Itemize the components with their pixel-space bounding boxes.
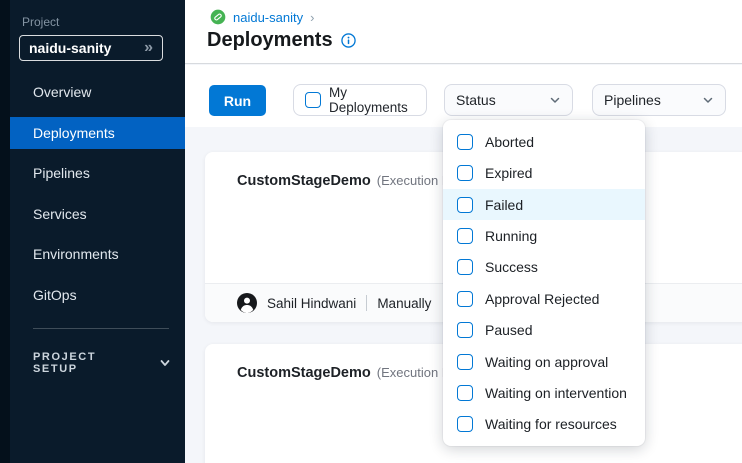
user-avatar [237,293,257,313]
pipeline-name: CustomStageDemo [237,173,371,189]
status-option-running[interactable]: Running [443,220,645,251]
sidebar-item-deployments[interactable]: Deployments [10,113,185,154]
page-title-row: Deployments [207,29,356,52]
status-option-waiting-for-resources[interactable]: Waiting for resources [443,409,645,440]
app-window: Project naidu-sanity » Overview Deployme… [0,0,742,463]
triggered-by-user[interactable]: Sahil Hindwani [267,296,356,311]
project-setup-toggle[interactable]: PROJECT SETUP [33,351,171,375]
sidebar-item-services[interactable]: Services [10,194,185,235]
status-option-approval-rejected[interactable]: Approval Rejected [443,283,645,314]
sidebar-item-environments[interactable]: Environments [10,234,185,275]
project-setup-label: PROJECT SETUP [33,351,145,375]
my-deployments-toggle[interactable]: My Deployments [293,84,427,116]
sidebar-item-overview[interactable]: Overview [10,72,185,113]
expand-sidebar-icon[interactable]: » [144,40,153,56]
status-option-waiting-on-intervention[interactable]: Waiting on intervention [443,377,645,408]
divider [366,295,367,311]
checkbox[interactable] [457,165,473,181]
sidebar-divider [33,328,169,329]
status-option-waiting-on-approval[interactable]: Waiting on approval [443,346,645,377]
execution-id-text: (Execution Id [377,173,453,188]
pipeline-name: CustomStageDemo [237,365,371,381]
toolbar: Run My Deployments Status Pipelines [185,65,742,127]
checkbox[interactable] [457,416,473,432]
checkbox[interactable] [457,385,473,401]
info-icon[interactable] [341,33,356,48]
checkbox[interactable] [457,197,473,213]
project-sidebar: Project naidu-sanity » Overview Deployme… [10,0,185,463]
sidebar-item-gitops[interactable]: GitOps [10,275,185,316]
chevron-down-icon [702,94,714,106]
status-option-failed[interactable]: Failed [443,189,645,220]
sidebar-item-pipelines[interactable]: Pipelines [10,153,185,194]
cd-module-icon [210,9,226,25]
status-option-paused[interactable]: Paused [443,314,645,345]
project-selector[interactable]: naidu-sanity » [19,35,163,61]
execution-id-text: (Execution Id [377,365,453,380]
run-button[interactable]: Run [209,85,266,116]
project-name: naidu-sanity [29,40,144,56]
breadcrumb-project-link[interactable]: naidu-sanity [233,10,303,25]
main-content: naidu-sanity › Deployments Run My Deploy… [185,0,742,463]
status-filter-dropdown[interactable]: Status [444,84,573,116]
status-filter-label: Status [456,92,496,108]
chevron-down-icon [159,357,171,369]
module-nav-strip[interactable] [0,0,10,463]
status-dropdown-menu: Aborted Expired Failed Running Success A… [443,120,645,446]
my-deployments-label: My Deployments [329,85,415,115]
checkbox[interactable] [457,259,473,275]
pipelines-filter-label: Pipelines [604,92,661,108]
page-title: Deployments [207,29,333,52]
status-option-aborted[interactable]: Aborted [443,126,645,157]
checkbox[interactable] [457,322,473,338]
sidebar-nav: Overview Deployments Pipelines Services … [10,72,185,315]
chevron-down-icon [549,94,561,106]
checkbox[interactable] [457,228,473,244]
project-label: Project [22,15,59,29]
my-deployments-checkbox[interactable] [305,92,321,108]
trigger-type: Manually [377,296,431,311]
checkbox[interactable] [457,291,473,307]
pipelines-filter-dropdown[interactable]: Pipelines [592,84,726,116]
page-header: naidu-sanity › Deployments [185,0,742,64]
status-option-success[interactable]: Success [443,252,645,283]
breadcrumb-chevron-icon: › [310,11,314,24]
breadcrumb: naidu-sanity › [210,9,314,25]
checkbox[interactable] [457,354,473,370]
status-option-expired[interactable]: Expired [443,157,645,188]
checkbox[interactable] [457,134,473,150]
